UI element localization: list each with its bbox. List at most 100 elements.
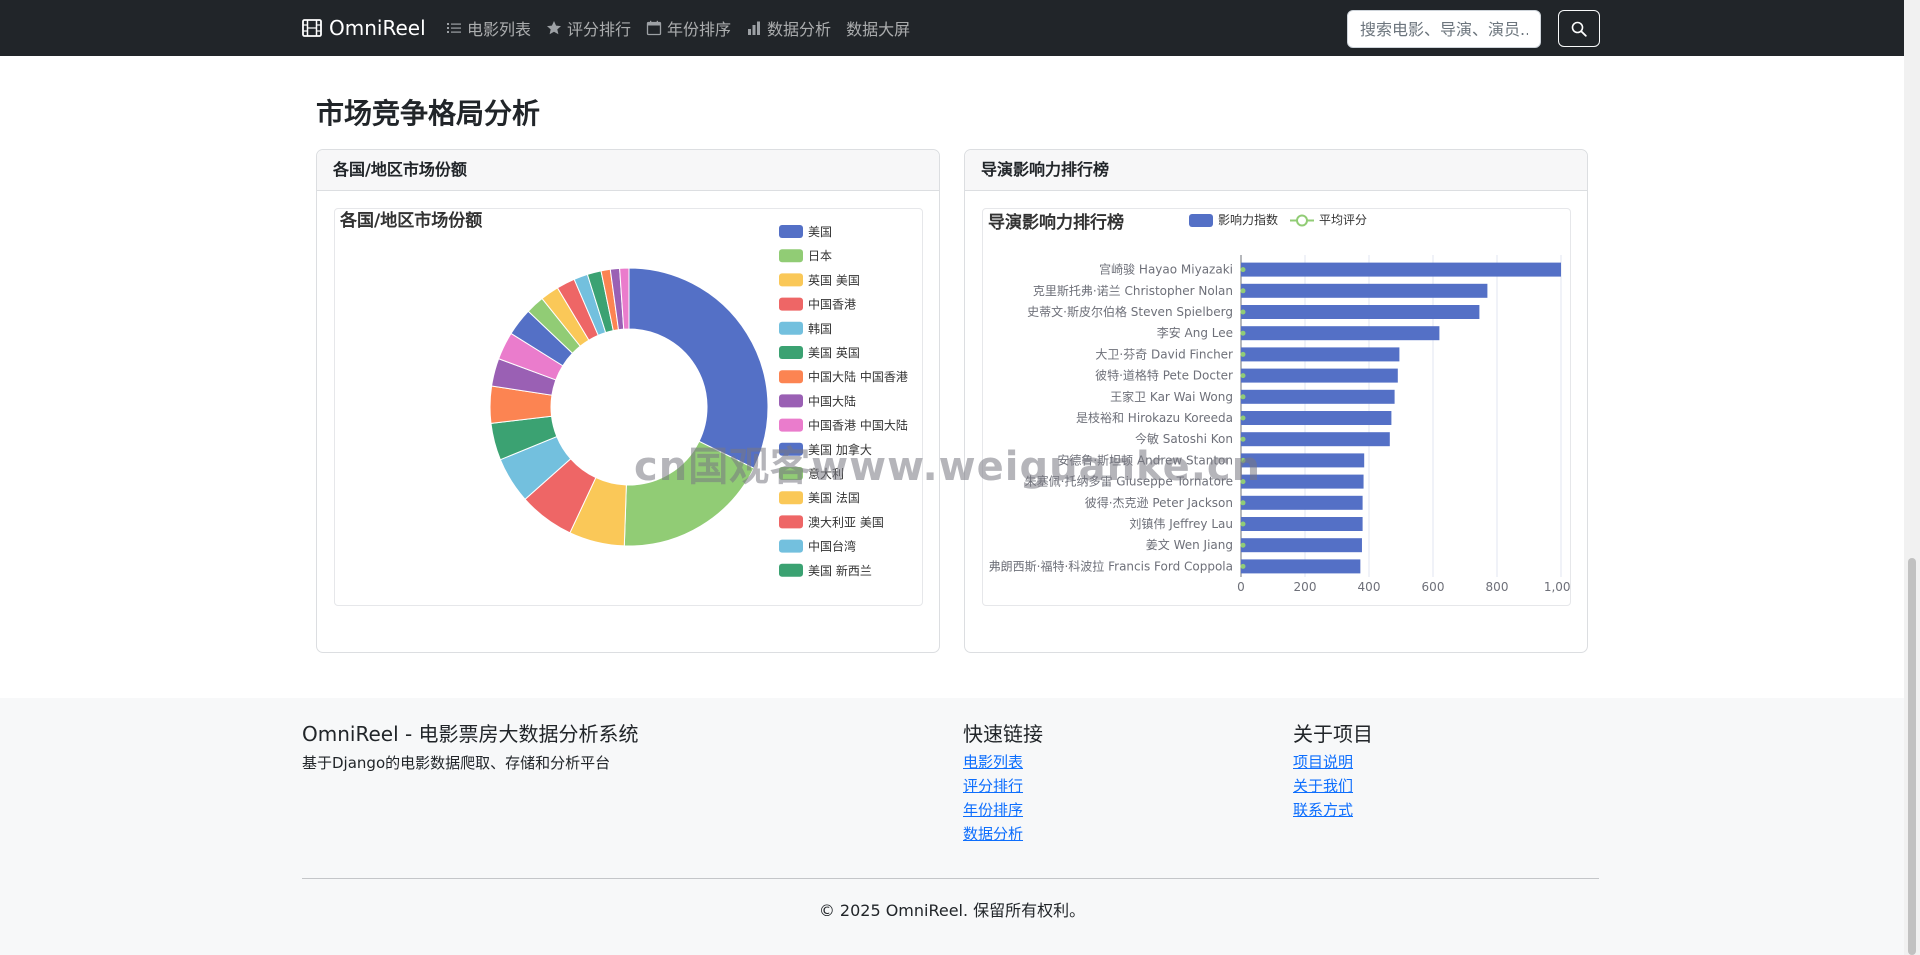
score-point — [1240, 288, 1246, 294]
search-button[interactable] — [1558, 10, 1600, 47]
quick-links-title: 快速链接 — [963, 722, 1043, 746]
footer-link-about-us[interactable]: 关于我们 — [1293, 777, 1353, 795]
y-tick-label: 王家卫 Kar Wai Wong — [1110, 389, 1233, 404]
y-tick-label: 姜文 Wen Jiang — [1146, 537, 1233, 552]
nav-link-label: 电影列表 — [467, 20, 532, 39]
nav-link-label: 数据分析 — [767, 20, 832, 39]
legend-swatch — [779, 563, 803, 577]
vertical-scrollbar[interactable] — [1904, 0, 1920, 955]
bar — [1241, 347, 1400, 362]
nav-link-label: 评分排行 — [567, 20, 632, 39]
quick-links-list: 电影列表 评分排行 年份排序 数据分析 — [963, 750, 1023, 846]
legend-label: 中国台湾 — [808, 539, 856, 554]
x-tick-label: 1,000 — [1544, 580, 1570, 594]
footer-link-year-sort[interactable]: 年份排序 — [963, 801, 1023, 819]
footer-link-rating-rank[interactable]: 评分排行 — [963, 777, 1023, 795]
legend-label: 韩国 — [808, 321, 832, 336]
legend-swatch — [779, 418, 803, 432]
bar — [1241, 495, 1363, 510]
x-tick-label: 800 — [1486, 580, 1509, 594]
list-icon — [447, 23, 461, 33]
legend-marker — [1296, 214, 1308, 227]
legend-swatch — [779, 442, 803, 456]
calendar-icon — [646, 20, 662, 36]
footer-link-data-analysis[interactable]: 数据分析 — [963, 825, 1023, 843]
pie-chart-svg: 各国/地区市场份额美国日本英国 美国中国香港韩国美国 英国中国大陆 中国香港中国… — [339, 210, 908, 578]
legend-label: 美国 法国 — [808, 491, 860, 505]
legend-swatch — [779, 539, 803, 553]
bar — [1241, 559, 1361, 574]
card-header: 各国/地区市场份额 — [317, 150, 939, 191]
bar-chart-svg: 导演影响力排行榜 影响力指数 平均评分 0 200 400 600 800 1,000 宫崎骏 H… — [988, 212, 1570, 594]
legend-swatch — [779, 273, 803, 287]
search-input[interactable] — [1347, 10, 1541, 48]
y-tick-label: 安德鲁·斯坦顿 Andrew Stanton — [1057, 452, 1233, 467]
score-point — [1240, 415, 1246, 421]
nav-link-dashboard[interactable]: 数据大屏 — [846, 16, 910, 40]
director-ranking-card: 导演影响力排行榜 导演影响力排行榜 影响力指数 平均评分 0 200 400 600 800 1… — [964, 149, 1588, 653]
score-point — [1240, 457, 1246, 463]
scrollbar-thumb[interactable] — [1908, 558, 1916, 955]
x-tick-label: 600 — [1422, 580, 1445, 594]
score-point — [1240, 479, 1246, 485]
legend-swatch — [779, 225, 803, 238]
x-tick-label: 0 — [1237, 580, 1245, 594]
score-point — [1240, 521, 1246, 527]
legend-swatch — [779, 297, 803, 311]
legend-label: 意大利 — [808, 466, 844, 481]
legend-swatch — [779, 394, 803, 408]
market-share-card: 各国/地区市场份额 各国/地区市场份额 美国 日本 英国 美国 中国香港 韩国 美国 英国中… — [316, 149, 940, 653]
legend-label: 中国大陆 — [808, 393, 856, 408]
legend-swatch — [779, 321, 803, 335]
bar-chart-icon — [748, 21, 761, 35]
legend-label: 美国 加拿大 — [808, 442, 872, 457]
legend-label: 日本 — [808, 249, 832, 263]
market-share-chart: 各国/地区市场份额 美国 日本 英国 美国 中国香港 韩国 美国 英国 中国大陆 中国香港 中国… — [334, 208, 923, 606]
legend-label: 影响力指数 — [1218, 212, 1278, 227]
legend-swatch — [779, 346, 803, 359]
legend-swatch — [779, 515, 803, 529]
y-tick-label: 李安 Ang Lee — [1157, 325, 1233, 340]
legend-label: 中国大陆 中国香港 — [808, 369, 908, 384]
footer-link-contact[interactable]: 联系方式 — [1293, 801, 1353, 819]
bar — [1241, 538, 1362, 553]
nav-link-movie-list[interactable]: 电影列表 — [446, 16, 531, 40]
y-tick-label: 彼得·杰克逊 Peter Jackson — [1085, 495, 1233, 510]
footer-brand: OmniReel - 电影票房大数据分析系统 — [302, 722, 639, 746]
bar — [1241, 517, 1363, 531]
nav-link-year-sort[interactable]: 年份排序 — [646, 16, 731, 40]
y-tick-label: 史蒂文·斯皮尔伯格 Steven Spielberg — [1027, 304, 1233, 319]
chart-title: 各国/地区市场份额 — [339, 210, 482, 231]
bar — [1241, 283, 1488, 298]
score-point — [1240, 309, 1246, 315]
y-tick-label: 今敏 Satoshi Kon — [1135, 431, 1233, 446]
y-tick-label: 彼特·道格特 Pete Docter — [1095, 368, 1233, 383]
nav-link-data-analysis[interactable]: 数据分析 — [746, 16, 831, 40]
nav-link-rating-rank[interactable]: 评分排行 — [546, 16, 631, 40]
x-tick-label: 200 — [1294, 580, 1317, 594]
y-tick-label: 克里斯托弗·诺兰 Christopher Nolan — [1033, 284, 1233, 298]
y-tick-label: 刘镇伟 Jeffrey Lau — [1129, 517, 1233, 531]
legend-label: 美国 — [808, 225, 832, 239]
search-icon — [1571, 21, 1587, 37]
footer-link-project-info[interactable]: 项目说明 — [1293, 753, 1353, 771]
footer-description: 基于Django的电影数据爬取、存储和分析平台 — [302, 754, 611, 772]
bar — [1241, 474, 1364, 489]
legend-label: 英国 美国 — [808, 273, 860, 287]
legend-swatch — [779, 491, 803, 505]
top-navbar: OmniReel 电影列表 评分排行 年份排序 数据分析 数据大屏 搜索电影、导… — [0, 0, 1904, 56]
brand-link[interactable]: OmniReel — [302, 13, 426, 43]
bar — [1241, 411, 1392, 425]
nav-link-label: 年份排序 — [667, 20, 732, 39]
nav-link-label: 数据大屏 — [846, 20, 911, 39]
bar — [1241, 453, 1365, 468]
copyright: © 2025 OmniReel. 保留所有权利。 — [818, 901, 1086, 920]
score-point — [1240, 351, 1246, 357]
bar — [1241, 368, 1398, 383]
footer: OmniReel - 电影票房大数据分析系统 基于Django的电影数据爬取、存… — [0, 698, 1904, 955]
section-title: 市场竞争格局分析 — [316, 97, 541, 130]
footer-link-movie-list[interactable]: 电影列表 — [963, 753, 1023, 771]
brand-name: OmniReel — [329, 16, 426, 40]
legend-swatch — [779, 249, 803, 263]
y-tick-label: 弗朗西斯·福特·科波拉 Francis Ford Coppola — [989, 558, 1233, 573]
